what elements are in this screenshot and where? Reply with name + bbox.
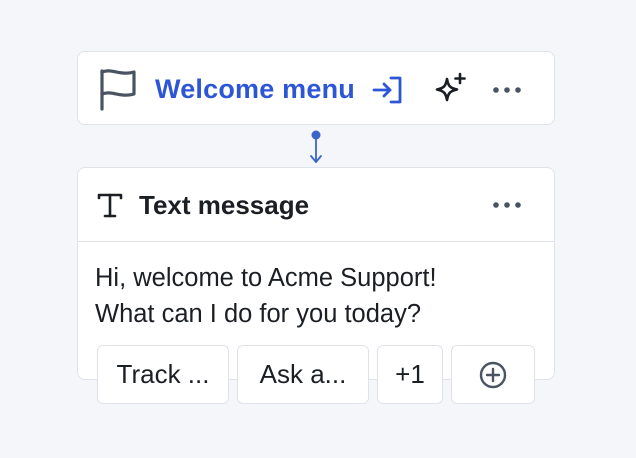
welcome-menu-card[interactable]: Welcome menu xyxy=(77,51,555,125)
message-line: What can I do for you today? xyxy=(95,300,422,328)
text-type-icon xyxy=(97,193,123,218)
flag-icon xyxy=(100,69,136,111)
more-replies-count-button[interactable]: +1 xyxy=(377,345,443,404)
flow-connector-arrow xyxy=(310,130,322,163)
text-message-title: Text message xyxy=(139,190,310,220)
welcome-menu-title[interactable]: Welcome menu xyxy=(155,74,355,104)
sparkle-icon[interactable] xyxy=(434,72,468,106)
quick-reply-button-ask[interactable]: Ask a... xyxy=(237,345,369,404)
add-quick-reply-button[interactable] xyxy=(451,345,535,404)
more-options-icon[interactable] xyxy=(492,201,522,209)
message-line: Hi, welcome to Acme Support! xyxy=(95,264,437,292)
plus-circle-icon xyxy=(479,361,507,388)
quick-reply-button-track[interactable]: Track ... xyxy=(97,345,229,404)
message-body[interactable]: Hi, welcome to Acme Support! What can I … xyxy=(95,260,535,332)
more-options-icon[interactable] xyxy=(492,86,522,94)
enter-icon[interactable] xyxy=(372,75,404,105)
text-message-header: Text message xyxy=(78,168,554,242)
